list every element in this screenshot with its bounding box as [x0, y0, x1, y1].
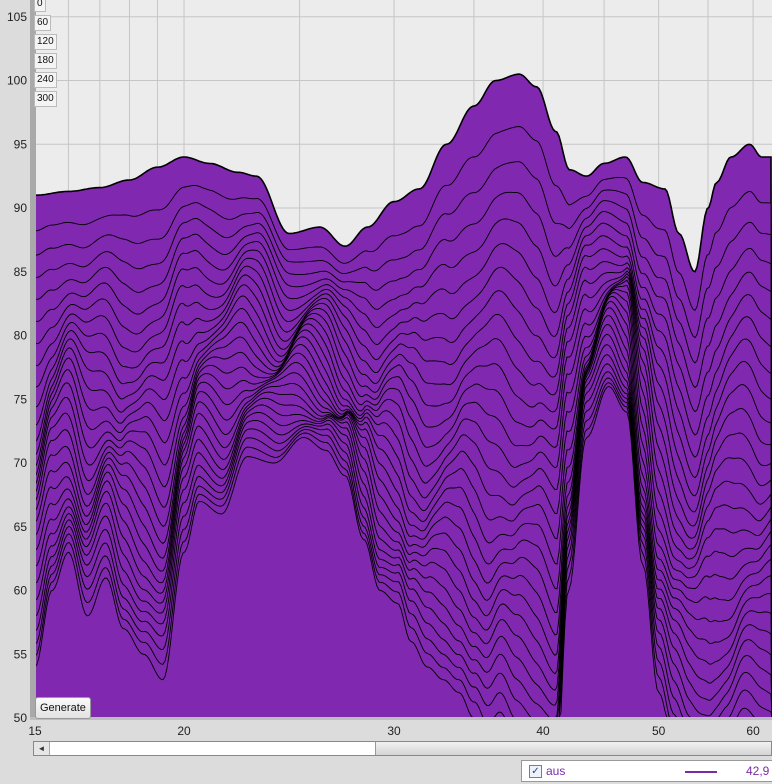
y-tick-label: 105 [7, 10, 27, 24]
y-tick-label: 60 [14, 584, 28, 598]
x-tick-label: 20 [177, 724, 191, 738]
x-tick-label: 15 [28, 724, 42, 738]
scroll-left-arrow-icon[interactable]: ◄ [34, 742, 50, 755]
y-tick-label: 65 [14, 520, 28, 534]
y-tick-label: 50 [14, 711, 28, 725]
y-tick-label: 100 [7, 74, 27, 88]
x-axis-ticks: 15 20 30 40 50 60 [28, 724, 760, 738]
view-angle-button-60[interactable]: 60 [34, 15, 52, 31]
y-tick-label: 55 [14, 647, 28, 661]
y-tick-label: 70 [14, 456, 28, 470]
view-angle-button-120[interactable]: 120 [34, 34, 57, 50]
y-tick-label: 85 [14, 265, 28, 279]
plot-bottom-border [30, 717, 772, 720]
x-tick-label: 50 [652, 724, 666, 738]
waterfall-chart: 50 55 60 65 70 75 80 85 90 95 100 105 15 20 30 40 50 60 [7, 0, 772, 738]
view-angle-button-0[interactable]: 0 [34, 0, 46, 12]
legend-checkbox[interactable]: ✓ [529, 765, 542, 778]
view-angle-button-180[interactable]: 180 [34, 53, 57, 69]
x-tick-label: 40 [536, 724, 550, 738]
plot-left-border [30, 0, 36, 720]
view-angle-button-240[interactable]: 240 [34, 72, 57, 88]
x-tick-label: 60 [746, 724, 760, 738]
legend-series-value: 42,9 d [746, 764, 772, 778]
y-tick-label: 95 [14, 137, 28, 151]
y-tick-label: 80 [14, 329, 28, 343]
y-axis-ticks: 50 55 60 65 70 75 80 85 90 95 100 105 [7, 10, 27, 725]
scrollbar-thumb[interactable] [375, 742, 771, 755]
horizontal-scrollbar[interactable]: ◄ [33, 741, 772, 756]
x-tick-label: 30 [387, 724, 401, 738]
view-angle-button-300[interactable]: 300 [34, 91, 57, 107]
legend-line-swatch [685, 771, 717, 773]
y-tick-label: 90 [14, 201, 28, 215]
legend-series-name: aus [546, 764, 566, 778]
y-tick-label: 75 [14, 392, 28, 406]
legend: ✓ aus 42,9 d [521, 760, 772, 782]
generate-button[interactable]: Generate [35, 697, 91, 719]
